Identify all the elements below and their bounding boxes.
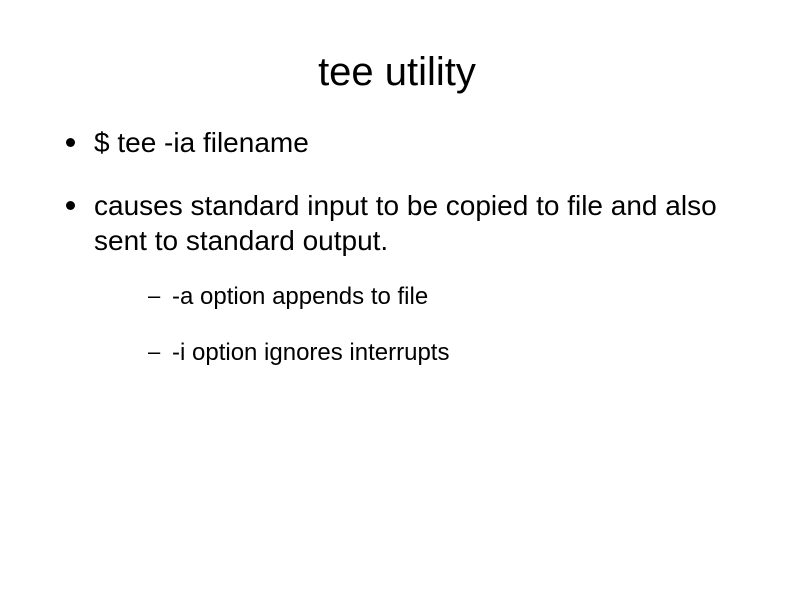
bullet-item: $ tee -ia filename — [60, 125, 744, 160]
sub-bullet-text: -a option appends to file — [172, 283, 428, 310]
sub-bullet-item: -a option appends to file — [144, 282, 744, 312]
bullet-item: causes standard input to be copied to fi… — [60, 188, 744, 368]
slide: tee utility $ tee -ia filename causes st… — [0, 0, 794, 595]
bullet-text: causes standard input to be copied to fi… — [94, 190, 717, 256]
bullet-list: $ tee -ia filename causes standard input… — [50, 125, 744, 368]
slide-title: tee utility — [50, 40, 744, 125]
bullet-text: $ tee -ia filename — [94, 127, 309, 158]
sub-bullet-list: -a option appends to file -i option igno… — [94, 282, 744, 368]
sub-bullet-text: -i option ignores interrupts — [172, 339, 449, 366]
sub-bullet-item: -i option ignores interrupts — [144, 338, 744, 368]
